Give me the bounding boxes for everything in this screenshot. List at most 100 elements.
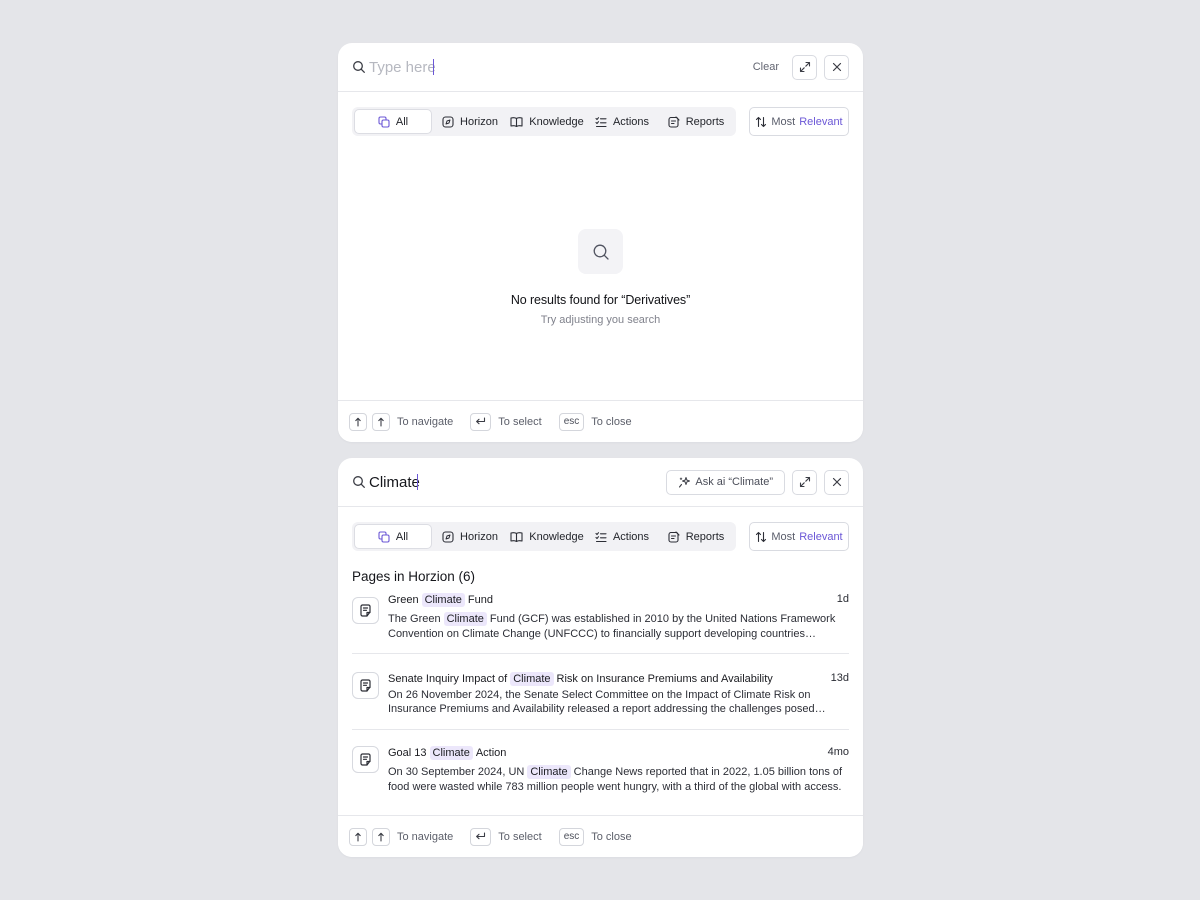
book-icon [510, 531, 523, 542]
empty-state-subtitle: Try adjusting you search [540, 314, 661, 326]
tab-label: Knowledge [529, 530, 584, 543]
tab-horizon[interactable]: Horizon [432, 109, 508, 134]
match-highlight: Climate [421, 593, 465, 607]
enter-icon [476, 832, 486, 840]
result-timestamp: 13d [830, 672, 849, 684]
sort-icon [756, 531, 767, 542]
sort-button[interactable]: Most Relevant [749, 107, 849, 136]
book-icon [510, 116, 523, 127]
ask-ai-button[interactable]: Ask ai “Climate” [666, 469, 785, 495]
sort-label-word2: Relevant [799, 530, 843, 543]
sort-label-word2: Relevant [799, 115, 843, 128]
sort-button[interactable]: Most Relevant [749, 522, 849, 551]
tab-reports[interactable]: Reports [658, 109, 734, 134]
match-highlight: Climate [443, 612, 487, 626]
page-icon [360, 679, 371, 692]
results-list: Green Climate Fund The Green Climate Fund (G… [338, 591, 863, 802]
result-item[interactable]: Goal 13 Climate Action On 30 September 202… [352, 730, 849, 802]
search-input[interactable] [369, 55, 753, 79]
enter-icon [476, 417, 486, 425]
result-title-text: Senate Inquiry Impact of [388, 673, 508, 685]
tab-horizon[interactable]: Horizon [432, 524, 508, 549]
close-icon [832, 477, 841, 487]
result-description: On 26 November 2024, the Senate Select C… [388, 689, 849, 716]
tab-label: Reports [685, 115, 725, 128]
empty-state-icon-box [578, 229, 623, 274]
close-button[interactable] [824, 54, 849, 80]
tab-knowledge[interactable]: Knowledge [508, 109, 586, 134]
tab-all[interactable]: All [354, 524, 432, 549]
result-title-text: Green [388, 594, 419, 606]
select-hint: To select [498, 830, 542, 843]
expand-button[interactable] [792, 469, 817, 495]
search-icon [352, 60, 366, 74]
arrow-down-key [372, 827, 390, 846]
tab-label: Horizon [460, 115, 498, 128]
search-icon [593, 244, 609, 260]
tab-label: Knowledge [529, 115, 584, 128]
page-icon-box [352, 597, 379, 624]
esc-key: esc [558, 827, 585, 846]
result-title-text: Action [475, 747, 507, 759]
result-title-text: Fund [467, 594, 493, 606]
enter-key [470, 827, 492, 846]
search-bar: Clear [338, 43, 863, 92]
result-title-text: Goal 13 [388, 747, 427, 759]
expand-icon [799, 61, 810, 73]
ask-ai-label: Ask ai “Climate” [695, 476, 773, 488]
arrow-up-icon [355, 832, 361, 842]
close-hint: To close [591, 830, 632, 843]
search-bar: Ask ai “Climate” [338, 458, 863, 507]
tab-label: All [395, 530, 409, 543]
copy-icon [378, 530, 390, 543]
tab-all[interactable]: All [354, 109, 432, 134]
tab-reports[interactable]: Reports [658, 524, 734, 549]
select-hint: To select [498, 415, 542, 428]
tab-knowledge[interactable]: Knowledge [508, 524, 586, 549]
copy-icon [378, 115, 390, 128]
close-hint: To close [591, 415, 632, 428]
clear-button[interactable]: Clear [753, 61, 779, 73]
esc-key: esc [558, 412, 585, 431]
arrow-up-key [349, 412, 367, 431]
empty-state: No results found for “Derivatives” Try a… [338, 229, 863, 326]
page-icon-box [352, 672, 379, 699]
arrow-down-icon [378, 832, 384, 842]
checklist-icon [595, 116, 607, 127]
tab-label: Reports [685, 530, 725, 543]
match-highlight: Climate [527, 765, 571, 779]
result-item[interactable]: Green Climate Fund The Green Climate Fund (G… [352, 591, 849, 654]
search-input[interactable] [369, 470, 667, 494]
tab-actions[interactable]: Actions [586, 109, 658, 134]
search-panel-empty: Clear All Horizon Knowledge Actions [338, 43, 863, 442]
text-caret [433, 59, 434, 75]
result-title: Goal 13 Climate Action [388, 744, 849, 762]
search-panel-results: Ask ai “Climate” All Horizon Knowledge [338, 458, 863, 857]
match-highlight: Climate [510, 672, 554, 686]
expand-button[interactable] [792, 54, 817, 80]
search-icon [352, 475, 366, 489]
tab-actions[interactable]: Actions [586, 524, 658, 549]
arrow-down-key [372, 412, 390, 431]
category-tabs: All Horizon Knowledge Actions Reports [352, 522, 736, 551]
page-icon-box [352, 746, 379, 773]
result-body: Senate Inquiry Impact of Climate Risk on I… [388, 670, 849, 729]
close-button[interactable] [824, 469, 849, 495]
result-item[interactable]: Senate Inquiry Impact of Climate Risk on I… [352, 654, 849, 730]
result-description: On 30 September 2024, UN Climate Change Ne… [388, 765, 849, 795]
sort-label-word1: Most [771, 115, 796, 128]
compass-icon [442, 530, 454, 543]
result-desc-text: On 26 November 2024, the Senate Select C… [388, 689, 815, 715]
keyboard-hints-footer: To navigate To select esc To close [338, 815, 863, 857]
result-desc-text: On 30 September 2024, UN [388, 766, 525, 778]
arrow-down-icon [378, 417, 384, 427]
navigate-hint: To navigate [397, 830, 454, 843]
result-title-text: Risk on Insurance Premiums and Availabil… [556, 673, 773, 685]
section-title: Pages in Horzion (6) [352, 569, 476, 584]
result-desc-text: The Green [388, 613, 441, 625]
result-title: Green Climate Fund [388, 591, 849, 609]
result-title: Senate Inquiry Impact of Climate Risk on I… [388, 670, 849, 688]
sparkle-icon [679, 476, 691, 488]
empty-state-title: No results found for “Derivatives” [510, 293, 691, 307]
result-body: Green Climate Fund The Green Climate Fund (G… [388, 591, 849, 653]
